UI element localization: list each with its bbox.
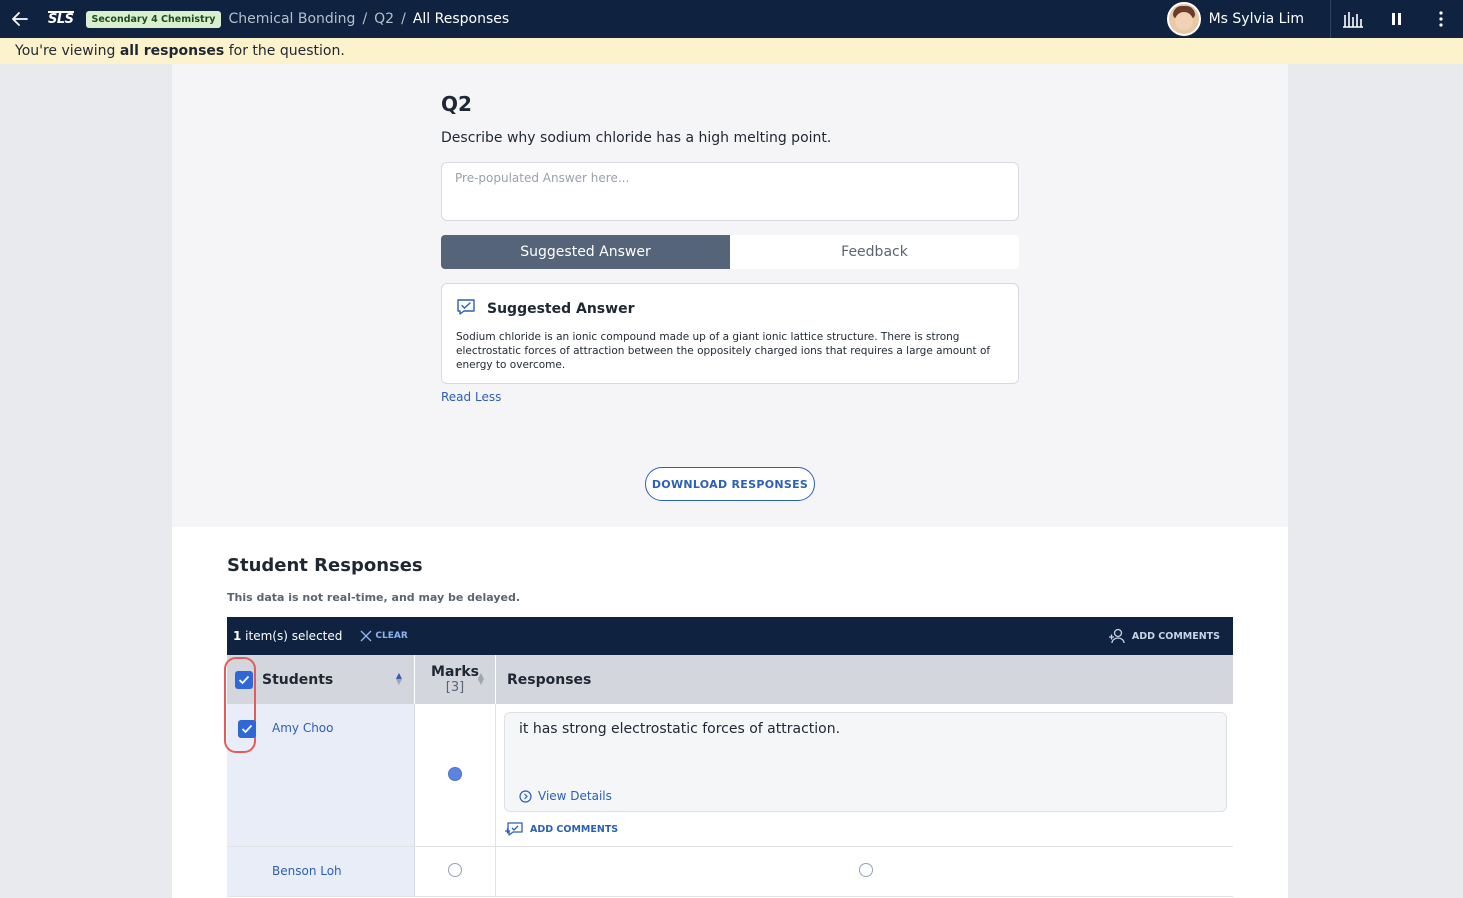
notice-suffix: for the question. (224, 43, 345, 59)
column-marks-total: [3] (445, 680, 465, 695)
sort-ascending-icon[interactable]: ▲ ▼ (396, 672, 402, 686)
suggested-answer-title: Suggested Answer (487, 301, 635, 317)
loading-indicator (859, 863, 873, 877)
course-badge: Secondary 4 Chemistry (85, 10, 222, 28)
marked-status-indicator[interactable] (448, 767, 462, 781)
question-text: Describe why sodium chloride has a high … (441, 130, 832, 146)
response-text: it has strong electrostatic forces of at… (519, 721, 841, 737)
sort-icon[interactable]: ▲ ▼ (478, 672, 484, 686)
table-header: Students ▲ ▼ Marks [3] ▲ ▼ Responses (227, 655, 1233, 704)
tab-feedback[interactable]: Feedback (730, 235, 1019, 269)
notice-prefix: You're viewing (15, 43, 120, 59)
add-comments-button[interactable]: ADD COMMENTS (504, 821, 618, 837)
marks-cell (415, 847, 496, 896)
student-responses-section: Student Responses This data is not real-… (172, 527, 1288, 898)
response-cell (496, 847, 1233, 896)
student-name-link[interactable]: Amy Choo (272, 721, 333, 735)
response-card: it has strong electrostatic forces of at… (504, 712, 1227, 812)
suggested-answer-text: Sodium chloride is an ionic compound mad… (456, 331, 991, 371)
tab-suggested-answer[interactable]: Suggested Answer (441, 235, 730, 269)
chevron-right-circle-icon (519, 789, 532, 803)
column-marks-label: Marks (431, 664, 479, 680)
question-title: Q2 (441, 92, 472, 116)
response-cell: it has strong electrostatic forces of at… (496, 704, 1233, 846)
section-title: Student Responses (227, 555, 423, 576)
student-cell: Amy Choo (224, 657, 415, 846)
table-row: Benson Loh (227, 847, 1233, 897)
add-comment-icon (1108, 628, 1125, 644)
sls-logo[interactable]: SLS (48, 10, 74, 27)
view-details-link[interactable]: View Details (519, 789, 612, 803)
answer-tabs: Suggested Answer Feedback (441, 235, 1019, 269)
top-bar: SLS Secondary 4 Chemistry Chemical Bondi… (0, 0, 1463, 38)
breadcrumb-separator: / (362, 11, 368, 27)
column-students-label: Students (262, 671, 334, 688)
question-panel: Q2 Describe why sodium chloride has a hi… (441, 92, 1019, 405)
breadcrumb-question[interactable]: Q2 (374, 11, 394, 27)
breadcrumb-lesson[interactable]: Chemical Bonding (228, 11, 355, 27)
selected-count: 1 item(s) selected (233, 629, 343, 643)
suggested-answer-card: Suggested Answer Sodium chloride is an i… (441, 283, 1019, 384)
back-arrow-icon[interactable] (2, 0, 38, 38)
column-responses: Responses (507, 671, 592, 688)
pause-icon[interactable] (1375, 0, 1419, 38)
marks-cell (415, 704, 496, 846)
notice-bold: all responses (119, 43, 225, 59)
download-responses-button[interactable]: DOWNLOAD RESPONSES (645, 467, 815, 501)
responses-table: Students ▲▼ Marks [3] ▲▼ Responses Amy (224, 655, 1233, 897)
main-content: Q2 Describe why sodium chloride has a hi… (172, 64, 1288, 898)
bar-chart-icon[interactable] (1331, 0, 1375, 38)
notice-banner: You're viewing all responses for the que… (0, 38, 1463, 64)
clear-selection-button[interactable]: CLEAR (360, 630, 408, 642)
column-marks[interactable]: Marks [3] ▲ ▼ (415, 655, 496, 704)
table-row: Amy Choo it has strong electrostatic for… (224, 657, 1233, 847)
student-name-link[interactable]: Benson Loh (272, 864, 342, 878)
selection-toolbar: 1 item(s) selected CLEAR ADD COMMENTS (227, 617, 1233, 655)
unmarked-status-indicator[interactable] (448, 863, 462, 877)
breadcrumb-separator: / (401, 11, 406, 27)
avatar[interactable] (1166, 2, 1201, 36)
student-cell: Benson Loh (227, 847, 415, 896)
chat-check-icon (456, 298, 476, 320)
more-vertical-icon[interactable] (1419, 0, 1463, 38)
add-comment-icon (505, 822, 523, 836)
column-students[interactable]: Students ▲ ▼ (227, 655, 415, 704)
read-less-link[interactable]: Read Less (441, 390, 501, 404)
prepopulated-answer-field[interactable]: Pre-populated Answer here... (441, 162, 1019, 221)
close-icon (360, 630, 372, 642)
user-name[interactable]: Ms Sylvia Lim (1209, 11, 1304, 27)
row-checkbox[interactable] (238, 720, 256, 738)
select-all-checkbox[interactable] (235, 671, 253, 689)
breadcrumb-current: All Responses (412, 11, 510, 27)
data-delay-note: This data is not real-time, and may be d… (227, 591, 521, 604)
add-comments-bulk-button[interactable]: ADD COMMENTS (1108, 628, 1220, 644)
